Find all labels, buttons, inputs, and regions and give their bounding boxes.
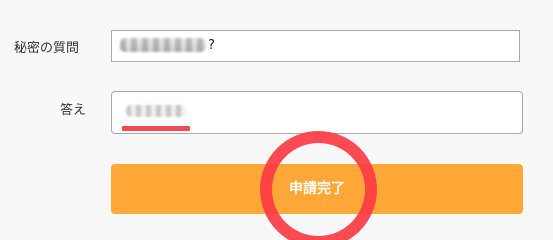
submit-button-label: 申請完了	[289, 181, 345, 197]
question-mark: ?	[208, 38, 215, 53]
submit-button[interactable]: 申請完了	[111, 164, 523, 214]
page: 秘密の質問 ? 答え 申請完了	[0, 0, 553, 240]
answer-label: 答え	[60, 103, 87, 118]
answer-input[interactable]	[111, 91, 523, 134]
answer-highlight-underline	[122, 126, 190, 131]
blurred-question-text	[120, 38, 206, 52]
secret-question-label: 秘密の質問	[14, 41, 80, 56]
blurred-answer-text	[126, 105, 186, 117]
secret-question-field: ?	[111, 30, 520, 62]
